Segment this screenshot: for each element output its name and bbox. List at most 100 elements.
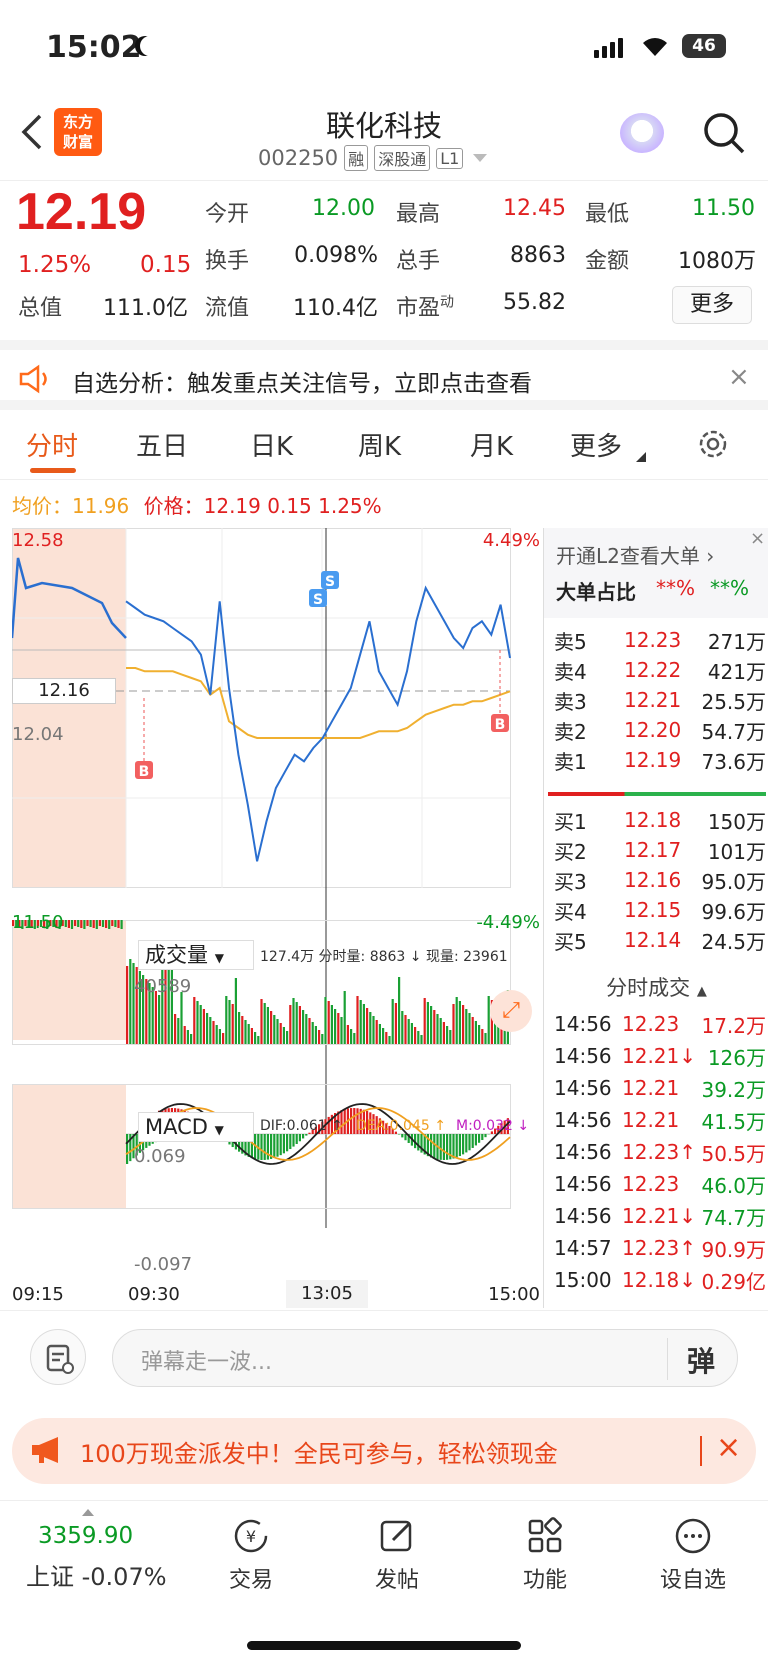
- tab-active-indicator: [30, 468, 76, 473]
- index-value[interactable]: 3359.90: [38, 1523, 133, 1549]
- tick-time: 14:56: [554, 1204, 612, 1228]
- search-icon[interactable]: [702, 111, 746, 155]
- premarket-volume-bar: [89, 920, 92, 927]
- pe-label: 市盈动: [396, 294, 455, 321]
- close-icon[interactable]: ×: [750, 528, 765, 549]
- volume-bar: [327, 1001, 330, 1044]
- premarket-shade-vol: [12, 920, 126, 1040]
- danmaku-input[interactable]: 弹幕走一波... 弹: [112, 1329, 738, 1387]
- stock-code-line[interactable]: 002250 融 深股通 L1: [258, 145, 488, 171]
- expand-icon[interactable]: ⤢: [490, 990, 532, 1032]
- volume-bar: [279, 1023, 282, 1044]
- volume-bar: [238, 1012, 241, 1044]
- high-label: 最高: [396, 202, 441, 227]
- order-book-panel: 开通L2查看大单 › × 大单占比 **% **% 卖5 12.23 271万卖4 1…: [543, 528, 768, 1308]
- bid-price: 12.17: [624, 838, 682, 862]
- pct-bottom-label: -4.49%: [476, 912, 540, 933]
- mktcap-label: 总值: [18, 296, 63, 321]
- premarket-volume-bar: [67, 920, 70, 928]
- close-icon[interactable]: ×: [716, 1430, 741, 1465]
- volume-bar: [430, 1006, 433, 1044]
- tick-volume: 46.0万: [701, 1173, 766, 1198]
- volume-bar: [446, 1026, 449, 1044]
- robot-avatar-icon[interactable]: [620, 113, 664, 153]
- macd-bar: [279, 1134, 282, 1156]
- ticks-title[interactable]: 分时成交 ▲: [544, 972, 768, 1002]
- svg-text:¥: ¥: [246, 1527, 256, 1546]
- volume-bar: [305, 1014, 308, 1044]
- tick-row: 14:56 12.23 17.2万: [554, 1008, 766, 1040]
- promo-banner[interactable]: 100万现金派发中！全民可参与，轻松领现金 ×: [12, 1418, 756, 1484]
- danmaku-toggle-icon[interactable]: 弹: [687, 1340, 715, 1380]
- tab-weekly-k[interactable]: 周K: [358, 426, 401, 463]
- bid-volume: 101万: [707, 839, 766, 864]
- nav-post[interactable]: 发帖: [342, 1516, 452, 1594]
- volume-bar: [375, 1020, 378, 1044]
- intraday-chart[interactable]: B SS B 12.58 11.50 4.49% -4.49% 12.16 12.0…: [12, 528, 542, 1308]
- volume-bar: [414, 1027, 417, 1044]
- close-icon[interactable]: ×: [728, 362, 750, 392]
- volume-bar: [449, 1030, 452, 1044]
- macd-bar: [465, 1134, 468, 1153]
- float-label: 流值: [205, 296, 250, 321]
- ask-volume: 271万: [707, 629, 766, 654]
- volume-bar: [455, 997, 458, 1044]
- volume-bar: [250, 1028, 253, 1044]
- tick-price: 12.18↓: [622, 1268, 697, 1292]
- nav-functions[interactable]: 功能: [490, 1516, 600, 1594]
- tab-five-day[interactable]: 五日: [136, 426, 188, 463]
- volume-bar: [289, 1005, 292, 1044]
- volume-bar: [286, 1031, 289, 1044]
- quote-grid: 今开 12.00 最高 12.45 最低 11.50 换手 0.098% 总手 …: [0, 180, 768, 330]
- volume-bar: [398, 977, 401, 1044]
- tick-price: 12.23: [622, 1012, 680, 1036]
- tab-monthly-k[interactable]: 月K: [470, 426, 513, 463]
- volume-bar: [330, 1005, 333, 1044]
- open-value: 12.00: [312, 196, 375, 221]
- more-button[interactable]: 更多: [672, 286, 752, 324]
- more-dots-icon: [675, 1518, 711, 1554]
- nav-trade[interactable]: ¥ 交易: [196, 1516, 306, 1594]
- notice-bar[interactable]: 自选分析：触发重点关注信号，立即点击查看 ×: [0, 340, 768, 410]
- ask-row: 卖5 12.23 271万: [554, 624, 766, 656]
- signal-icon: [594, 38, 623, 58]
- volume-bar: [436, 1014, 439, 1044]
- macd-bar: [260, 1134, 263, 1160]
- volume-bar: [318, 1030, 321, 1044]
- tick-volume: 126万: [707, 1045, 766, 1070]
- volume-bar: [337, 1013, 340, 1044]
- tick-row: 14:57 12.23↑ 90.9万: [554, 1232, 766, 1264]
- tab-intraday[interactable]: 分时: [26, 426, 78, 463]
- volume-bar: [478, 1025, 481, 1044]
- volume-bar: [154, 991, 157, 1044]
- premarket-volume-bar: [117, 920, 120, 928]
- turnover-value: 0.098%: [294, 243, 378, 268]
- tab-daily-k[interactable]: 日K: [250, 426, 293, 463]
- volume-bar: [247, 1024, 250, 1044]
- volume-selector[interactable]: 成交量 ▼: [138, 940, 254, 970]
- ask-price: 12.22: [624, 658, 682, 682]
- volume-bar: [474, 1021, 477, 1044]
- note-icon[interactable]: [30, 1329, 86, 1385]
- chevron-down-icon: [473, 154, 488, 162]
- time-label-open: 09:30: [128, 1284, 180, 1305]
- volume-bar: [225, 996, 228, 1044]
- volume-bar: [410, 1023, 413, 1044]
- avg-price-line: [126, 667, 511, 739]
- macd-selector[interactable]: MACD ▼: [138, 1112, 254, 1142]
- ask-label: 卖4: [554, 659, 587, 684]
- volume-bar: [465, 1009, 468, 1044]
- settings-icon[interactable]: [695, 426, 731, 462]
- index-label[interactable]: 上证 -0.07%: [26, 1557, 167, 1592]
- bid-row: 买1 12.18 150万: [554, 804, 766, 836]
- tab-more[interactable]: 更多: [570, 426, 622, 463]
- macd-bar: [266, 1134, 269, 1160]
- tick-volume: 39.2万: [701, 1077, 766, 1102]
- volume-bar: [234, 978, 237, 1044]
- l2-banner[interactable]: 开通L2查看大单 › × 大单占比 **% **%: [544, 528, 768, 618]
- nav-add-watchlist[interactable]: 设自选: [638, 1516, 748, 1594]
- volume-bar: [356, 996, 359, 1044]
- macd-bar: [305, 1134, 308, 1136]
- time-label-start: 09:15: [12, 1284, 64, 1305]
- stock-header: 东方 财富 联化科技 002250 融 深股通 L1: [0, 95, 768, 181]
